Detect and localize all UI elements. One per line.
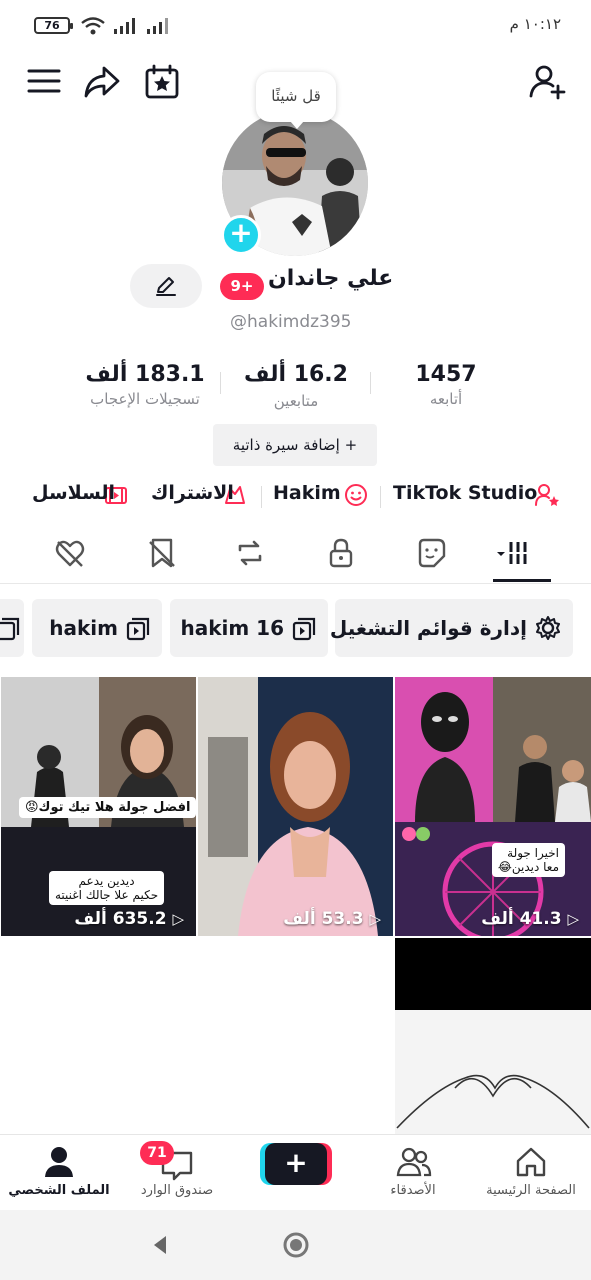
video-image [395,677,591,936]
share-icon[interactable] [82,62,122,102]
profile-handle: @hakimdz395 [230,312,352,332]
notification-badge: 9+ [220,273,264,300]
friends-icon [396,1147,432,1177]
playlist-icon [126,617,150,641]
playlist-label: hakim [49,616,118,640]
nav-inbox-label: صندوق الوارد [140,1183,214,1198]
divider [261,486,262,508]
likes-label: تسجيلات الإعجاب [90,390,200,408]
create-button[interactable]: + [260,1143,332,1187]
likes-count[interactable]: 183.1 ألف [70,362,220,387]
wifi-icon [81,17,105,35]
add-story-button[interactable]: + [221,215,261,255]
add-bio-button[interactable]: + إضافة سيرة ذاتية [213,424,377,466]
gear-icon [536,616,560,640]
nav-home-label: الصفحة الرئيسية [486,1183,576,1198]
nav-home[interactable]: الصفحة الرئيسية [476,1145,586,1205]
home-icon [516,1147,546,1177]
video-image [198,677,393,936]
clock: ١٠:١٢ م [509,15,561,33]
playlist-item-partial[interactable] [0,599,24,657]
lock-icon[interactable] [324,536,358,570]
playlist-icon [0,617,20,641]
video-thumbnail[interactable]: ▷ 53.3 ألف [198,677,393,936]
inbox-badge: 71 [140,1141,174,1165]
video-thumbnail[interactable] [395,938,591,1134]
bottom-navigation: الصفحة الرئيسية الأصدقاء + 71 صندوق الوا… [0,1134,591,1210]
manage-playlists-button[interactable]: إدارة قوائم التشغيل [330,599,573,657]
battery-indicator: 76 [34,17,73,34]
video-image [395,938,591,1134]
series-link[interactable]: السلاسل [32,482,115,504]
calendar-star-icon[interactable] [142,62,182,102]
playlist-item[interactable]: hakim 16 [170,599,328,657]
nav-inbox[interactable]: 71 صندوق الوارد [122,1141,232,1205]
following-label: أتابعه [429,390,463,408]
home-button-icon[interactable] [282,1231,310,1259]
nav-profile-label: الملف الشخصي [8,1183,110,1198]
plus-icon: + [265,1143,327,1185]
nav-friends-label: الأصدقاء [390,1183,436,1198]
followers-count[interactable]: 16.2 ألف [221,362,371,387]
video-thumbnail[interactable]: اخيرا جولة معا ديدين😂 ▷ 41.3 ألف [395,677,591,936]
manage-playlists-label: إدارة قوائم التشغيل [329,616,527,640]
playlist-icon [292,617,316,641]
video-caption: اخيرا جولة معا ديدين😂 [491,843,565,877]
subscription-link[interactable]: الاشتراك [151,482,234,504]
signal-icon [114,18,135,34]
back-icon[interactable] [150,1234,170,1256]
view-count: ▷ 635.2 ألف [74,909,184,929]
smile-icon [345,484,367,506]
playlist-label: hakim 16 [180,616,284,640]
videos-grid-icon[interactable] [495,536,529,570]
view-count: ▷ 41.3 ألف [481,909,579,929]
active-tab-indicator [493,579,551,582]
tab-divider [0,583,591,584]
add-friend-icon[interactable] [528,62,568,102]
hakim-link[interactable]: Hakim [273,482,341,504]
view-count: ▷ 53.3 ألف [283,909,381,929]
signal-icon-2 [147,18,168,34]
tiktok-studio-link[interactable]: TikTok Studio [393,482,537,504]
followers-label: متابعين [273,392,319,410]
nav-profile[interactable]: الملف الشخصي [4,1145,114,1205]
status-bar: 76 ١٠:١٢ م [0,0,591,52]
menu-icon[interactable] [24,62,64,102]
say-something-bubble[interactable]: قل شيئًا [256,72,336,129]
video-caption: ديدين يدعم حكيم علا جالك اغنيته [49,871,165,905]
profile-icon [45,1147,73,1177]
video-thumbnail[interactable]: افضل جولة هلا تيك توك😡 ديدين يدعم حكيم ع… [1,677,196,936]
pencil-icon [156,277,176,296]
nav-friends[interactable]: الأصدقاء [358,1145,468,1205]
playlist-item[interactable]: hakim [32,599,162,657]
reposts-icon[interactable] [233,536,267,570]
person-star-icon [535,484,559,506]
system-nav-bar [0,1210,591,1280]
divider [220,372,221,394]
stickers-icon[interactable] [414,536,448,570]
divider [380,486,381,508]
favorites-hidden-icon[interactable] [145,536,179,570]
video-caption: افضل جولة هلا تيك توك😡 [19,797,196,818]
profile-name: علي جاندان [268,266,394,291]
following-count[interactable]: 1457 [371,362,521,387]
edit-name-button[interactable] [130,264,202,308]
liked-hidden-icon[interactable] [53,536,87,570]
